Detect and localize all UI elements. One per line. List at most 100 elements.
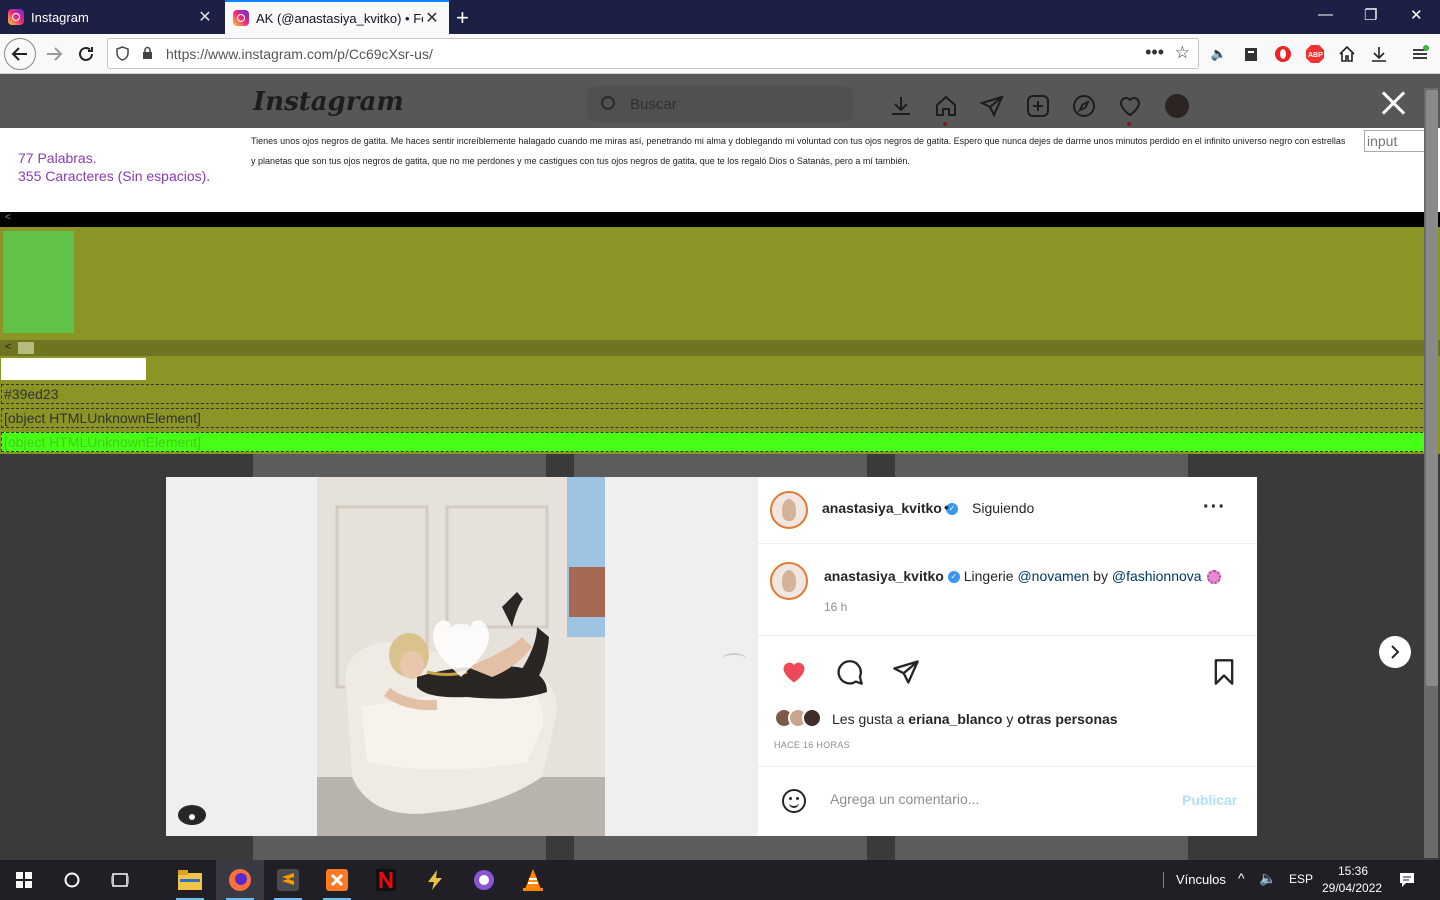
page-actions-icon[interactable]: ••• [1145, 42, 1164, 63]
liked-by-text[interactable]: Les gusta a eriana_blanco y otras person… [832, 711, 1118, 727]
restore-icon[interactable]: ❐ [1364, 6, 1377, 24]
task-view-icon [111, 873, 129, 887]
profile-avatar[interactable] [1165, 94, 1189, 118]
sublime-text-app[interactable] [264, 860, 312, 900]
black-scroll-bar[interactable]: < > [0, 212, 1440, 227]
vlc-app[interactable] [509, 860, 557, 900]
liker-avatars[interactable] [774, 708, 828, 728]
more-options-icon[interactable]: ··· [1203, 496, 1226, 519]
chevron-left-icon[interactable]: < [5, 341, 11, 353]
bookmark-star-icon[interactable]: ☆ [1175, 43, 1190, 63]
comment-input[interactable] [830, 791, 1170, 807]
publish-button[interactable]: Publicar [1182, 792, 1237, 808]
post-sidebar: anastasiya_kvitko ✓ • Siguiendo ··· anast… [758, 477, 1257, 836]
explore-icon[interactable] [1072, 94, 1096, 118]
emoji-icon[interactable] [782, 789, 806, 813]
links-toolbar[interactable]: Vínculos [1176, 872, 1226, 887]
mention-link[interactable]: @fashionnova [1112, 568, 1202, 584]
download-icon[interactable] [1369, 44, 1389, 64]
menu-hamburger-icon[interactable] [1410, 44, 1430, 64]
extension-icon[interactable] [1241, 44, 1261, 64]
post-photo[interactable] [317, 477, 605, 836]
url-bar[interactable]: https://www.instagram.com/p/Cc69cXsr-us/… [107, 38, 1199, 69]
reload-button[interactable] [72, 40, 100, 68]
home-icon[interactable] [934, 94, 958, 118]
grid-thumbnail[interactable] [574, 454, 867, 478]
language-indicator[interactable]: ESP [1289, 872, 1313, 886]
clock-date[interactable]: 29/04/2022 [1322, 881, 1382, 895]
scrollbar-thumb[interactable] [18, 342, 34, 354]
horizontal-scrollbar[interactable]: < > [0, 340, 1440, 356]
tab-post[interactable]: AK (@anastasiya_kvitko) • Foto ✕ [225, 0, 449, 34]
liked-joiner: y [1006, 711, 1014, 727]
new-post-icon[interactable] [1026, 94, 1050, 118]
user-tag-icon[interactable] [178, 805, 206, 825]
close-modal-icon[interactable] [1380, 90, 1406, 116]
minimize-icon[interactable]: — [1318, 6, 1333, 23]
mention-link[interactable]: @novamen [1017, 568, 1089, 584]
direct-icon[interactable] [980, 94, 1004, 118]
comment-icon[interactable] [836, 658, 864, 686]
author-avatar[interactable] [770, 491, 808, 529]
tool-app[interactable] [411, 860, 459, 900]
tab-instagram[interactable]: Instagram ✕ [0, 0, 222, 34]
back-button[interactable] [4, 38, 36, 70]
search-placeholder[interactable]: Buscar [630, 96, 677, 113]
tab-close-icon[interactable]: ✕ [196, 7, 214, 27]
firefox-app[interactable] [216, 860, 264, 900]
clock-time[interactable]: 15:36 [1338, 864, 1368, 878]
grid-thumbnail[interactable] [253, 836, 546, 860]
instagram-search[interactable]: Buscar [587, 86, 853, 122]
liked-others[interactable]: otras personas [1017, 711, 1117, 727]
caption-username[interactable]: anastasiya_kvitko [824, 568, 944, 584]
page-scrollbar-thumb[interactable] [1426, 90, 1438, 686]
home-icon[interactable] [1337, 44, 1357, 64]
xampp-app[interactable] [313, 860, 361, 900]
post-date[interactable]: HACE 16 HORAS [774, 740, 850, 750]
notification-dot [1127, 122, 1131, 126]
post-media[interactable] [166, 477, 758, 836]
download-icon[interactable] [889, 94, 913, 118]
adblock-plus-icon[interactable]: ABP [1305, 44, 1325, 64]
activity-heart-icon[interactable] [1118, 94, 1142, 118]
grid-thumbnail[interactable] [895, 454, 1188, 478]
caption-time[interactable]: 16 h [824, 600, 847, 614]
instagram-favicon-icon [233, 10, 249, 26]
file-explorer-app[interactable] [166, 860, 214, 900]
volume-icon[interactable]: 🔈 [1259, 870, 1276, 887]
opera-adblock-icon[interactable] [1273, 44, 1293, 64]
grid-thumbnail[interactable] [895, 836, 1188, 860]
following-button[interactable]: Siguiendo [972, 500, 1034, 516]
save-bookmark-icon[interactable] [1210, 658, 1238, 686]
shield-icon[interactable] [116, 46, 129, 61]
grid-thumbnail[interactable] [574, 836, 867, 860]
notifications-icon[interactable] [1398, 871, 1416, 889]
author-username-text[interactable]: anastasiya_kvitko [822, 500, 942, 516]
chevron-up-icon[interactable]: ^ [1238, 870, 1245, 886]
grid-thumbnail[interactable] [253, 454, 546, 478]
speaker-icon[interactable]: 🔈 [1209, 44, 1229, 64]
tab-close-icon[interactable]: ✕ [423, 8, 441, 28]
new-tab-icon[interactable]: + [456, 5, 469, 31]
task-view-button[interactable] [96, 860, 144, 900]
github-desktop-app[interactable] [460, 860, 508, 900]
search-button[interactable] [48, 860, 96, 900]
instagram-logo[interactable]: Instagram [253, 87, 404, 117]
lock-icon[interactable] [142, 46, 153, 59]
liked-user[interactable]: eriana_blanco [908, 711, 1002, 727]
debug-input[interactable] [1, 358, 146, 380]
caption-avatar[interactable] [770, 562, 808, 600]
share-icon[interactable] [892, 658, 920, 686]
arrow-right-icon [47, 47, 63, 61]
url-text[interactable]: https://www.instagram.com/p/Cc69cXsr-us/ [166, 46, 433, 62]
forward-button[interactable] [40, 40, 68, 68]
author-username[interactable]: anastasiya_kvitko ✓ [822, 500, 958, 516]
next-post-button[interactable] [1379, 636, 1411, 668]
arrow-left-icon [11, 47, 27, 61]
like-heart-icon[interactable] [780, 658, 808, 686]
netflix-app[interactable] [362, 860, 410, 900]
start-button[interactable] [0, 860, 48, 900]
github-icon [474, 870, 494, 890]
window-close-icon[interactable]: ✕ [1410, 6, 1423, 24]
chevron-left-icon[interactable]: < [5, 212, 11, 223]
